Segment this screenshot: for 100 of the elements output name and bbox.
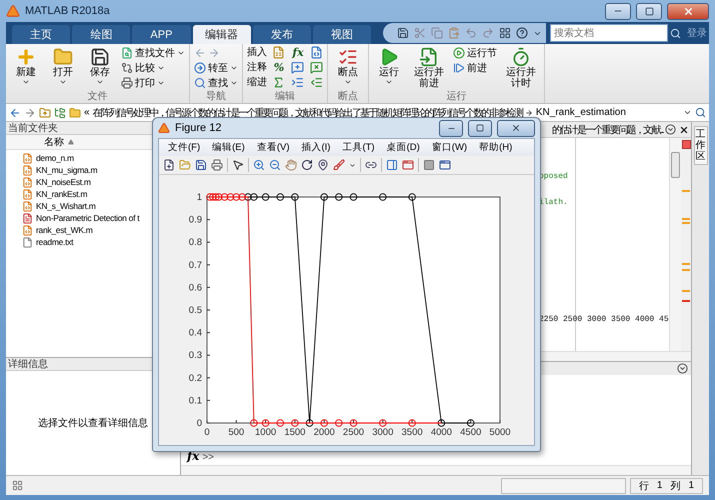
ribbon-tab[interactable]: 视图 [312, 25, 372, 44]
folder-up-icon[interactable] [39, 106, 51, 118]
ribbon-button[interactable]: 查找文件 [121, 46, 185, 59]
caret-icon[interactable] [683, 108, 692, 117]
search-icon[interactable] [670, 28, 682, 38]
zoom-in-icon[interactable] [253, 159, 265, 171]
document-icon[interactable] [272, 46, 285, 59]
ribbon-button[interactable]: 转至 [194, 61, 238, 74]
ribbon-button[interactable]: 新建 [10, 46, 42, 87]
file-item[interactable]: rank_est_WK.m [6, 224, 93, 236]
close-icon[interactable] [511, 123, 521, 133]
ribbon-button[interactable]: 运行并计时 [502, 46, 540, 90]
indent-icon[interactable] [291, 76, 304, 89]
save-icon[interactable] [195, 159, 207, 171]
menu-item[interactable]: 帮助(H) [474, 141, 518, 154]
ribbon-button[interactable]: fx [291, 46, 305, 59]
path-crumb[interactable]: 在阵列信号处理中，信号源个数的估计是一个重要问题，文献和代码给出了基于随机矩阵理论的阵列信号个数的非参检测 [92, 106, 522, 120]
file-item[interactable]: readme.txt [6, 236, 74, 248]
forward-icon[interactable] [24, 106, 36, 118]
caret-icon[interactable] [59, 78, 67, 86]
outdent-icon[interactable] [310, 76, 323, 89]
zoom-out-icon[interactable] [269, 159, 281, 171]
maximize-icon[interactable] [476, 124, 484, 132]
ribbon-button[interactable]: 保存 [84, 46, 116, 87]
link-icon[interactable] [365, 159, 377, 171]
caret-icon[interactable] [96, 78, 104, 86]
grip-icon[interactable] [12, 480, 23, 491]
ribbon-button[interactable]: 断点 [332, 46, 364, 87]
ribbon-button[interactable]: 前进 [453, 61, 497, 74]
path-crumb[interactable]: KN_rank_estimation [536, 107, 626, 118]
file-item[interactable]: demo_n.m [6, 152, 74, 164]
ribbon-button[interactable]: 运行节 [453, 46, 497, 59]
hide-plot-tools-icon[interactable] [423, 159, 435, 171]
file-item[interactable]: KN_mu_sigma.m [6, 164, 98, 176]
menu-item[interactable]: 桌面(D) [382, 141, 425, 154]
ribbon-tab[interactable]: 编辑器 [192, 25, 251, 44]
caret-icon[interactable] [344, 78, 352, 86]
layout-icon[interactable] [499, 27, 512, 39]
data-cursor-icon[interactable] [317, 159, 329, 171]
file-item[interactable]: KN_rankEst.m [6, 188, 88, 200]
play-icon[interactable] [453, 46, 465, 58]
step-icon[interactable] [453, 62, 465, 74]
ribbon-button[interactable]: % [272, 61, 286, 74]
uncomment-icon[interactable] [310, 61, 323, 74]
sigma-icon[interactable] [272, 76, 285, 89]
minimize-button[interactable] [605, 2, 631, 20]
workspace-tab[interactable]: 工作区 [694, 126, 708, 165]
save-icon[interactable] [90, 47, 110, 67]
caret-icon[interactable] [22, 78, 30, 86]
caret-icon[interactable] [349, 162, 356, 168]
editor-tab[interactable]: 的估计是一个重要问题，文献... [552, 122, 663, 136]
menu-item[interactable]: 编辑(E) [207, 141, 250, 154]
rotate-icon[interactable] [301, 159, 313, 171]
code-icon[interactable] [310, 46, 323, 59]
back-icon[interactable] [9, 106, 21, 118]
search-icon[interactable] [695, 107, 706, 118]
pan-icon[interactable] [285, 159, 297, 171]
horizontal-scrollbar[interactable] [181, 465, 691, 475]
ribbon-button[interactable]: 查找 [194, 76, 238, 89]
ribbon-button[interactable]: 打开 [47, 46, 79, 87]
maximize-icon[interactable] [644, 6, 654, 16]
save-icon[interactable] [397, 27, 410, 39]
menu-icon[interactable] [677, 363, 688, 374]
comment-icon[interactable] [291, 61, 304, 74]
close-button[interactable] [667, 2, 709, 20]
menu-icon[interactable] [665, 124, 676, 135]
file-item[interactable]: KN_s_Wishart.m [6, 200, 96, 212]
file-search-icon[interactable] [121, 46, 133, 58]
ribbon-tab[interactable]: 主页 [12, 25, 70, 44]
brush-icon[interactable] [333, 159, 345, 171]
file-item[interactable]: Non-Parametric Detection of t [6, 212, 140, 224]
ribbon-button[interactable]: 比较 [121, 61, 185, 74]
overflow-marker[interactable]: « [84, 107, 90, 118]
vertical-scrollbar[interactable] [669, 138, 681, 351]
login-link[interactable]: 登录 [685, 26, 710, 40]
menu-item[interactable]: 查看(V) [252, 141, 294, 154]
compare-icon[interactable] [121, 62, 133, 74]
maximize-button[interactable] [636, 2, 662, 20]
search-field[interactable]: 搜索文档 [550, 24, 668, 42]
ribbon-tab[interactable]: 绘图 [72, 25, 130, 44]
ribbon-button[interactable]: 打印 [121, 76, 185, 89]
search-icon[interactable] [194, 76, 206, 88]
caret-icon[interactable] [385, 78, 393, 86]
ribbon-tab[interactable]: APP [132, 25, 191, 44]
maximize-button[interactable] [468, 120, 492, 136]
ribbon-button[interactable]: 运行 [373, 46, 405, 87]
help-icon[interactable] [516, 27, 528, 39]
browse-folder-icon[interactable] [54, 106, 66, 118]
close-icon[interactable] [679, 124, 689, 134]
timer-icon[interactable] [511, 47, 531, 67]
menu-item[interactable]: 窗口(W) [426, 141, 472, 154]
pointer-icon[interactable] [232, 159, 244, 171]
run-advance-icon[interactable] [419, 47, 439, 67]
menu-item[interactable]: 文件(F) [163, 141, 206, 154]
ribbon-button[interactable]: 运行并前进 [410, 46, 448, 90]
show-plot-tools-icon[interactable] [439, 159, 451, 171]
close-button[interactable] [497, 120, 535, 136]
minimize-button[interactable] [439, 120, 463, 136]
file-item[interactable]: KN_noiseEst.m [6, 176, 91, 188]
column-heading[interactable]: 名称 [24, 135, 74, 149]
